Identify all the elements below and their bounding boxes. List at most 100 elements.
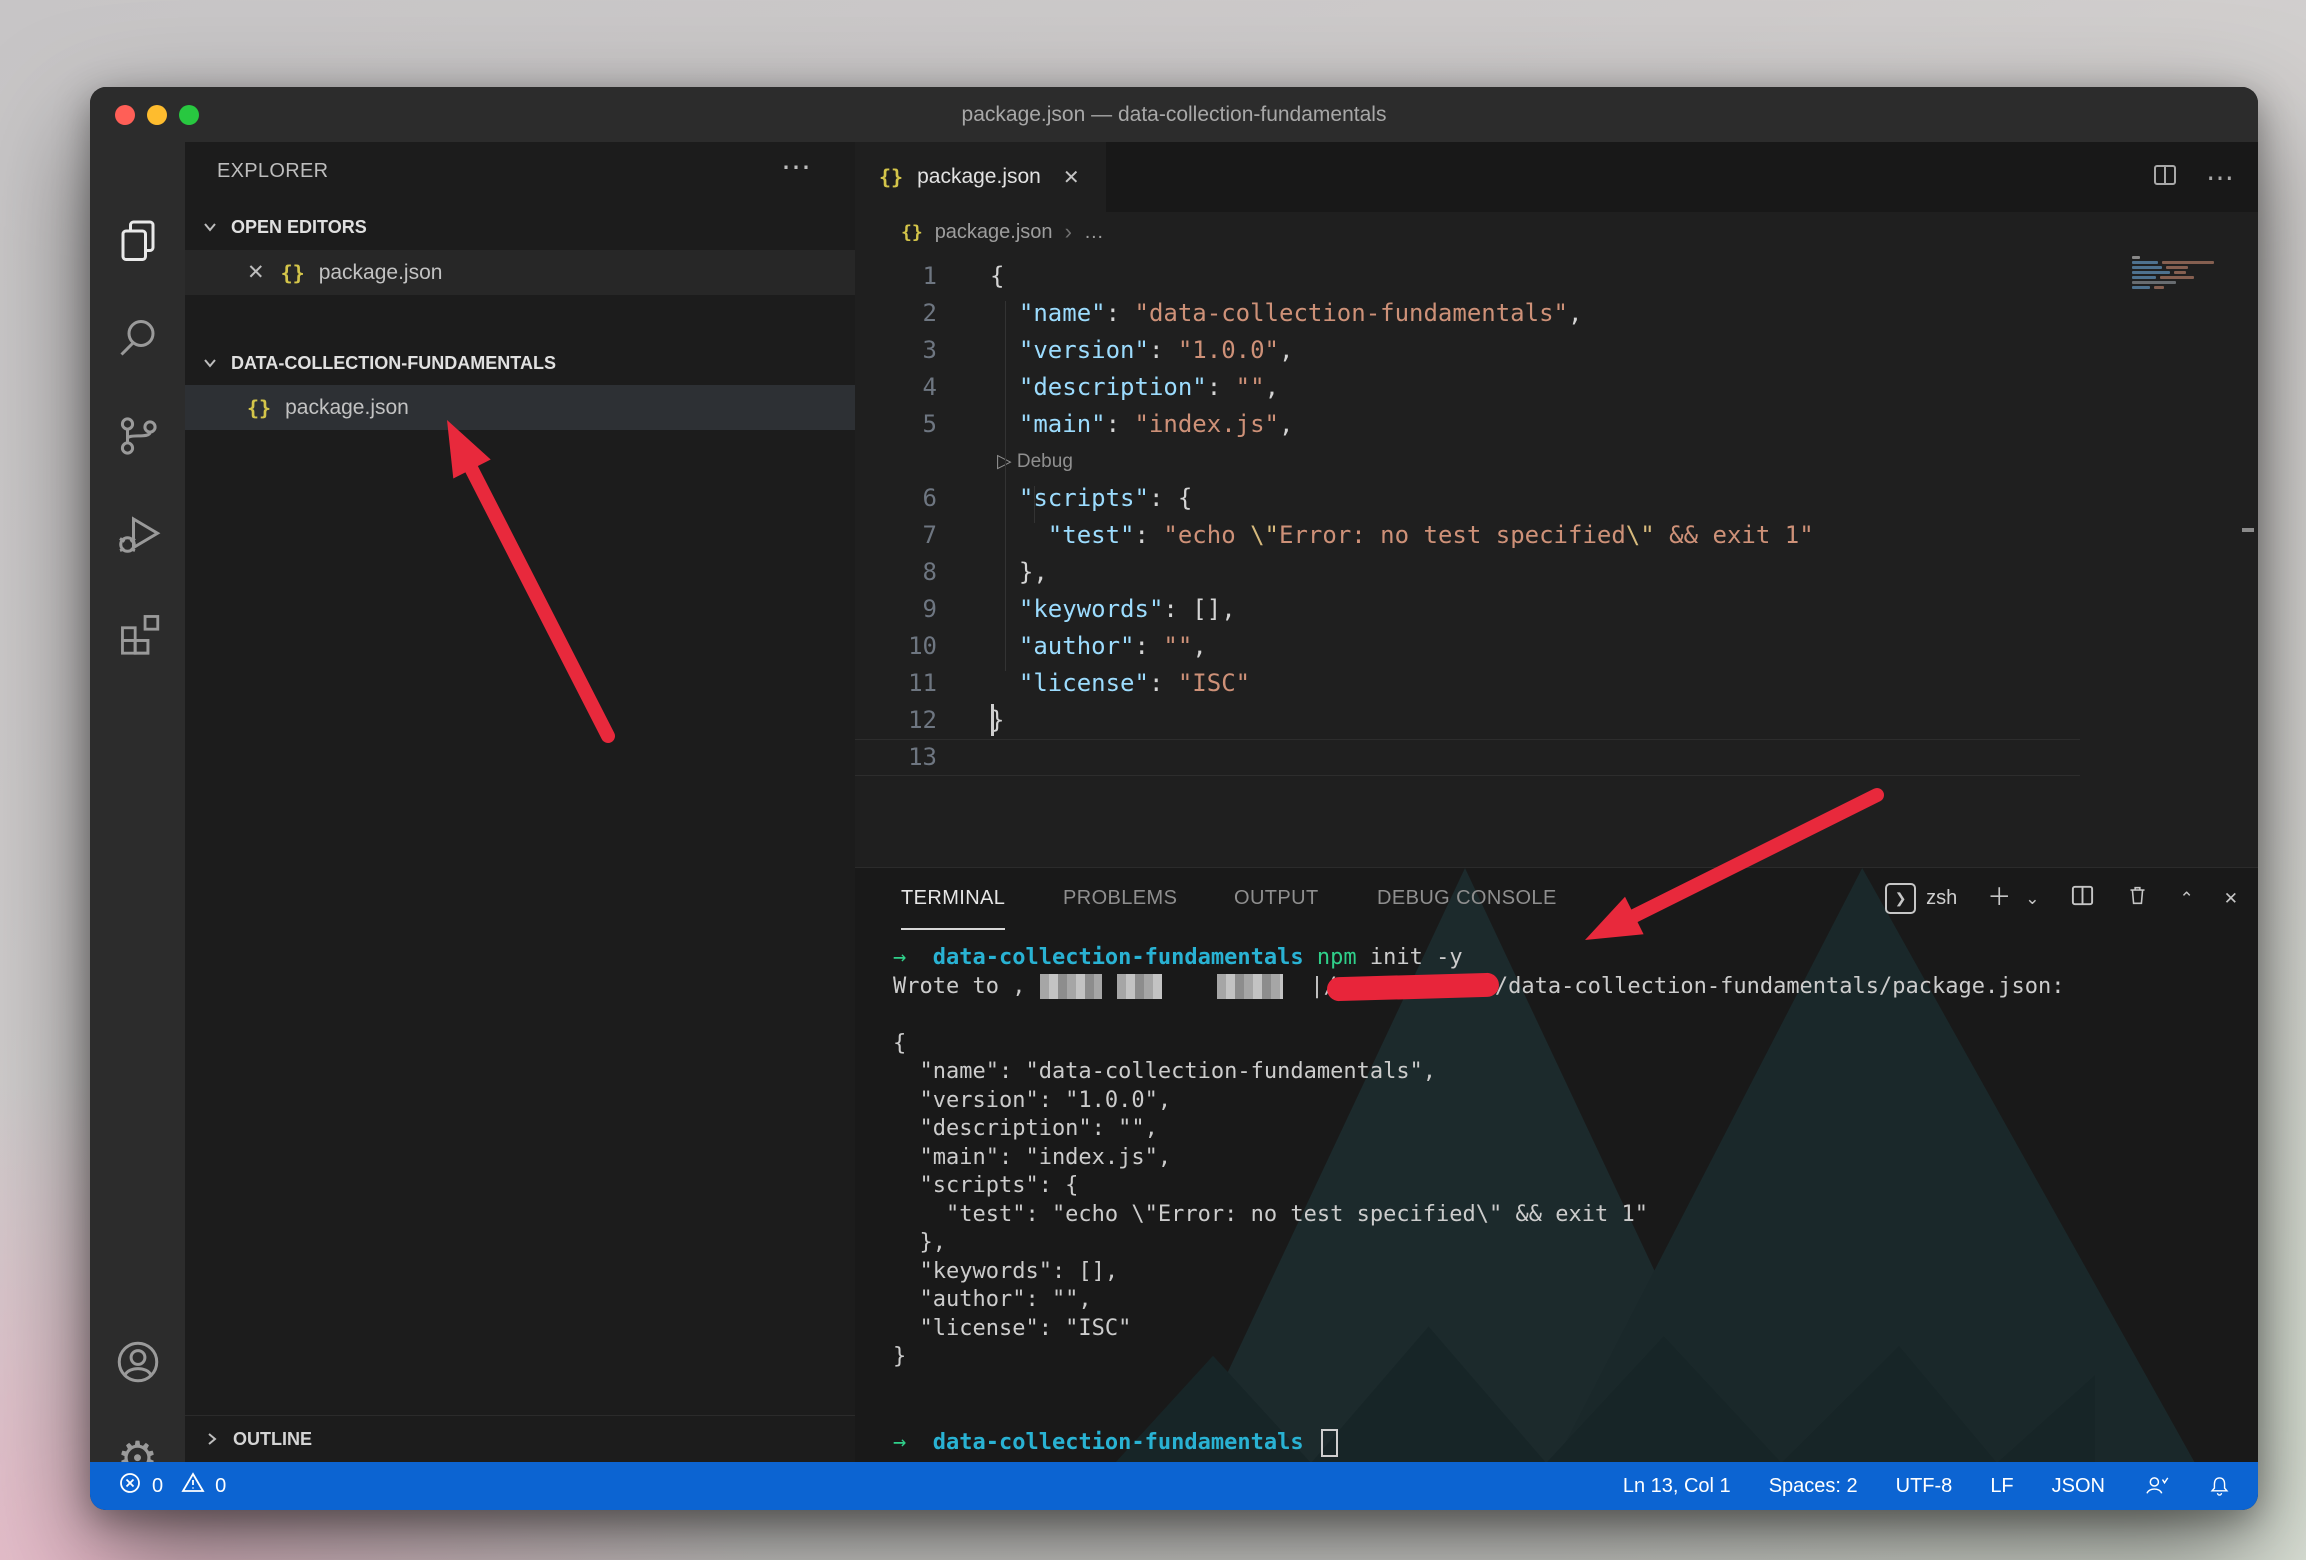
tab-package-json[interactable]: {} package.json ✕	[855, 142, 1106, 212]
terminal-line: "keywords": [],	[893, 1258, 2248, 1287]
tab-output[interactable]: OUTPUT	[1234, 868, 1319, 928]
code-line[interactable]: 7 "test": "echo \"Error: no test specifi…	[855, 517, 2258, 554]
terminal-line: → data-collection-fundamentals npm init …	[893, 944, 2248, 973]
line-number: 9	[855, 591, 963, 628]
terminal-output[interactable]: → data-collection-fundamentals npm init …	[893, 944, 2248, 1463]
errors-icon[interactable]	[118, 1471, 142, 1501]
encoding[interactable]: UTF-8	[1896, 1475, 1953, 1498]
search-icon[interactable]	[90, 290, 185, 386]
warnings-icon[interactable]	[181, 1471, 205, 1501]
code-line[interactable]: 8 },	[855, 554, 2258, 591]
tab-label: package.json	[917, 165, 1041, 189]
language-mode[interactable]: JSON	[2052, 1475, 2105, 1498]
open-editor-item[interactable]: ✕ {} package.json	[185, 250, 855, 295]
breadcrumb-file[interactable]: package.json	[935, 221, 1053, 244]
cursor-position[interactable]: Ln 13, Col 1	[1623, 1475, 1731, 1498]
indent-guide	[1034, 486, 1035, 523]
split-terminal-icon[interactable]	[2070, 883, 2095, 913]
minimap[interactable]	[2132, 256, 2244, 316]
status-bar: 0 0 Ln 13, Col 1 Spaces: 2 UTF-8 LF JSON	[90, 1462, 2258, 1510]
code-line[interactable]: 2 "name": "data-collection-fundamentals"…	[855, 295, 2258, 332]
chevron-right-icon: ›	[1065, 219, 1072, 245]
terminal-shell-icon[interactable]: ❯	[1885, 883, 1916, 914]
maximize-panel-icon[interactable]: ⌃	[2180, 890, 2194, 907]
vscode-window: package.json — data-collection-fundament…	[90, 87, 2258, 1510]
line-number: 12	[855, 702, 963, 739]
code-text: "author": "",	[963, 628, 1207, 665]
extensions-icon[interactable]	[90, 584, 185, 680]
terminal-line: "license": "ISC"	[893, 1315, 2248, 1344]
open-editors-section[interactable]: OPEN EDITORS	[185, 204, 855, 250]
tree-item-package-json[interactable]: {} package.json	[185, 385, 855, 430]
account-icon[interactable]	[90, 1314, 185, 1410]
code-line[interactable]: 9 "keywords": [],	[855, 591, 2258, 628]
sidebar-title: EXPLORER	[217, 160, 328, 183]
kill-terminal-trash-icon[interactable]	[2125, 883, 2150, 913]
terminal-line: "main": "index.js",	[893, 1144, 2248, 1173]
close-tab-icon[interactable]: ✕	[1063, 165, 1080, 190]
terminal-line: Wrote to , |//data-collection-fundamenta…	[893, 973, 2248, 1002]
code-editor[interactable]: 1{2 "name": "data-collection-fundamental…	[855, 252, 2258, 867]
close-panel-icon[interactable]: ✕	[2224, 890, 2238, 907]
code-text: "name": "data-collection-fundamentals",	[963, 295, 1582, 332]
breadcrumb[interactable]: {} package.json › …	[855, 212, 2258, 252]
eol-sequence[interactable]: LF	[1990, 1475, 2013, 1498]
code-line[interactable]: 12}	[855, 702, 2258, 739]
explorer-icon[interactable]	[90, 192, 185, 288]
folder-section[interactable]: DATA-COLLECTION-FUNDAMENTALS	[185, 340, 855, 386]
indentation[interactable]: Spaces: 2	[1769, 1475, 1858, 1498]
desktop: package.json — data-collection-fundament…	[0, 0, 2306, 1560]
errors-count[interactable]: 0	[152, 1475, 163, 1498]
line-number: 6	[855, 480, 963, 517]
code-line[interactable]: 13	[855, 739, 2080, 776]
terminal-line: }	[893, 1343, 2248, 1372]
editor-more-actions-icon[interactable]: ⋯	[2206, 161, 2236, 194]
split-editor-icon[interactable]	[2152, 162, 2178, 193]
code-line[interactable]: 11 "license": "ISC"	[855, 665, 2258, 702]
title-bar: package.json — data-collection-fundament…	[90, 87, 2258, 142]
chevron-right-icon	[201, 1428, 223, 1450]
code-line[interactable]: 1{	[855, 258, 2258, 295]
redaction-mosaic	[1217, 974, 1283, 999]
explorer-sidebar: EXPLORER ⋯ OPEN EDITORS ✕ {} package.jso…	[185, 142, 855, 1462]
line-number: 1	[855, 258, 963, 295]
scrollbar-marker[interactable]	[2242, 528, 2254, 532]
outline-section[interactable]: OUTLINE	[185, 1415, 855, 1462]
code-text: "keywords": [],	[963, 591, 1236, 628]
redaction-mosaic	[1117, 974, 1162, 999]
code-line[interactable]: 4 "description": "",	[855, 369, 2258, 406]
terminal-dropdown-icon[interactable]: ⌄	[2025, 890, 2039, 907]
notifications-bell-icon[interactable]	[2207, 1474, 2232, 1499]
code-line[interactable]: 3 "version": "1.0.0",	[855, 332, 2258, 369]
shell-label[interactable]: zsh	[1926, 887, 1957, 910]
run-debug-icon[interactable]	[90, 486, 185, 582]
code-line[interactable]: 5 "main": "index.js",	[855, 406, 2258, 443]
line-number: 8	[855, 554, 963, 591]
more-actions-icon[interactable]: ⋯	[781, 150, 813, 185]
tab-terminal[interactable]: TERMINAL	[901, 868, 1005, 930]
terminal-line: → data-collection-fundamentals	[893, 1429, 2248, 1458]
panel: TERMINAL PROBLEMS OUTPUT DEBUG CONSOLE ❯…	[855, 867, 2258, 1463]
line-number: 5	[855, 406, 963, 443]
terminal-line	[893, 1372, 2248, 1401]
source-control-icon[interactable]	[90, 388, 185, 484]
tab-debug-console[interactable]: DEBUG CONSOLE	[1377, 868, 1557, 928]
tree-item-filename: package.json	[285, 396, 409, 420]
codelens-debug[interactable]: ▷ Debug	[855, 443, 2258, 480]
json-file-icon: {}	[281, 261, 305, 285]
code-line[interactable]: 10 "author": "",	[855, 628, 2258, 665]
tab-bar: {} package.json ✕ ⋯	[855, 142, 2258, 212]
code-line[interactable]: 6 "scripts": {	[855, 480, 2258, 517]
feedback-icon[interactable]	[2143, 1473, 2169, 1499]
terminal-line: "test": "echo \"Error: no test specified…	[893, 1201, 2248, 1230]
line-number: 4	[855, 369, 963, 406]
chevron-down-icon	[199, 352, 221, 374]
panel-tabs: TERMINAL PROBLEMS OUTPUT DEBUG CONSOLE ❯…	[855, 868, 2258, 928]
breadcrumb-more[interactable]: …	[1084, 221, 1104, 244]
terminal-cursor	[1321, 1429, 1338, 1457]
new-terminal-icon[interactable]: ＋	[1987, 886, 2011, 910]
close-icon[interactable]: ✕	[247, 260, 265, 285]
warnings-count[interactable]: 0	[215, 1475, 226, 1498]
editor-group: {} package.json ✕ ⋯ {} package.json › … …	[855, 142, 2258, 1462]
tab-problems[interactable]: PROBLEMS	[1063, 868, 1177, 928]
